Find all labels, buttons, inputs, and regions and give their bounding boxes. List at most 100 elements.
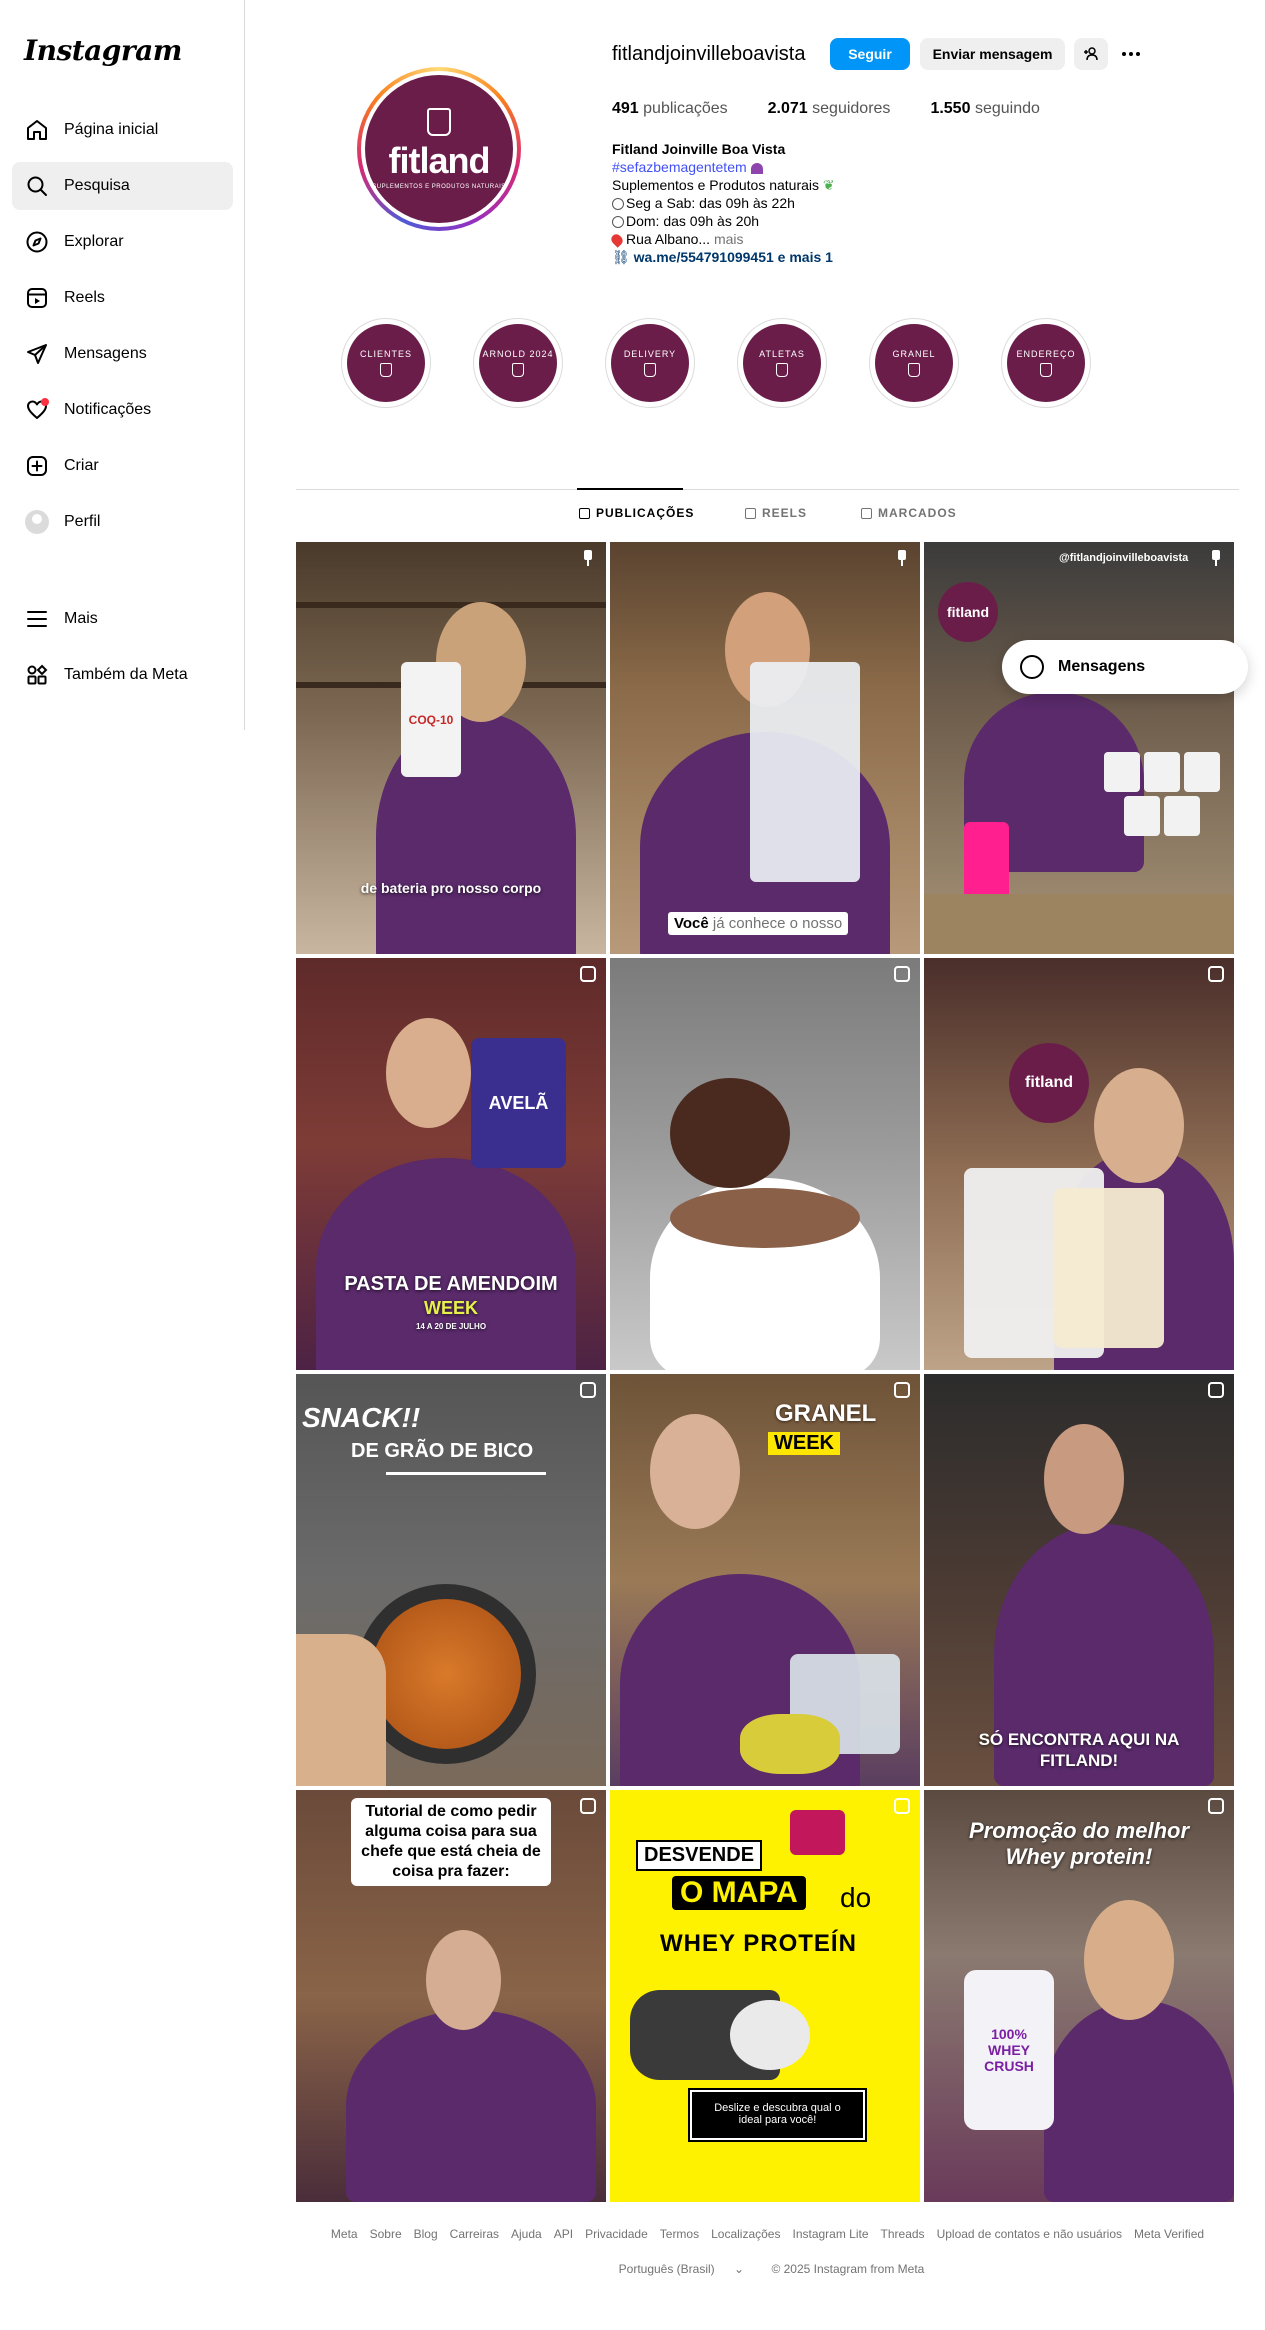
carousel-icon: [894, 1798, 910, 1814]
footer-link[interactable]: Threads: [881, 2227, 925, 2241]
post-thumbnail[interactable]: 100% WHEY CRUSH Promoção do melhor Whey …: [924, 1790, 1234, 2202]
sidebar-item-profile[interactable]: Perfil: [12, 498, 233, 546]
sidebar: Instagram Página inicial Pesquisa Explor…: [0, 0, 245, 730]
sidebar-item-label: Perfil: [64, 513, 101, 530]
post-thumbnail[interactable]: AVELÃ PASTA DE AMENDOIM WEEK 14 A 20 DE …: [296, 958, 606, 1370]
sidebar-item-label: Página inicial: [64, 121, 159, 138]
post-thumbnail[interactable]: DESVENDE O MAPA do WHEY PROTEÍN Deslize …: [610, 1790, 920, 2202]
highlight-endereco[interactable]: ENDEREÇO: [1001, 318, 1091, 408]
highlight-title: ATLETAS: [759, 349, 805, 359]
following-count[interactable]: 1.550 seguindo: [930, 100, 1039, 118]
cake: [670, 1188, 860, 1248]
person: [346, 2010, 596, 2202]
highlight-atletas[interactable]: ATLETAS: [737, 318, 827, 408]
chevron-down-icon: ⌄: [734, 2262, 745, 2276]
post-thumbnail[interactable]: Você já conhece o nosso: [610, 542, 920, 954]
post-thumbnail[interactable]: [610, 958, 920, 1370]
sidebar-item-meta[interactable]: Também da Meta: [12, 651, 233, 699]
post-thumbnail[interactable]: Tutorial de como pedir alguma coisa para…: [296, 1790, 606, 2202]
sidebar-item-explore[interactable]: Explorar: [12, 218, 233, 266]
instagram-logo[interactable]: Instagram: [24, 34, 182, 67]
post-thumbnail[interactable]: fitland: [924, 958, 1234, 1370]
footer-link[interactable]: Termos: [660, 2227, 699, 2241]
tab-publicacoes[interactable]: PUBLICAÇÕES: [579, 506, 694, 520]
granola: [740, 1714, 840, 1774]
footer-link[interactable]: Ajuda: [511, 2227, 542, 2241]
sidebar-item-label: Reels: [64, 289, 105, 306]
profile-stats: 491 publicações 2.071 seguidores 1.550 s…: [612, 100, 1040, 118]
sidebar-item-home[interactable]: Página inicial: [12, 106, 233, 154]
more-icon: [1122, 52, 1140, 56]
bio-hashtag[interactable]: #sefazbemagentetem: [612, 159, 747, 175]
create-icon: [24, 453, 50, 479]
reels-icon: [745, 507, 756, 519]
person-head: [1044, 1424, 1124, 1534]
footer-link[interactable]: Instagram Lite: [792, 2227, 868, 2241]
fitland-logo: fitland SUPLEMENTOS E PRODUTOS NATURAIS: [365, 75, 513, 223]
bio-link[interactable]: wa.me/554791099451 e mais 1: [634, 249, 833, 265]
post-thumbnail[interactable]: GRANEL WEEK: [610, 1374, 920, 1786]
more-options-button[interactable]: [1116, 38, 1146, 70]
copyright: © 2025 Instagram from Meta: [771, 2262, 925, 2276]
highlight-clientes[interactable]: CLIENTES: [341, 318, 431, 408]
footer-link[interactable]: Meta: [331, 2227, 358, 2241]
highlight-delivery[interactable]: DELIVERY: [605, 318, 695, 408]
footer-link[interactable]: Sobre: [370, 2227, 402, 2241]
footer-link[interactable]: Upload de contatos e não usuários: [937, 2227, 1122, 2241]
sidebar-item-notifications[interactable]: Notificações: [12, 386, 233, 434]
footer-link[interactable]: Blog: [414, 2227, 438, 2241]
leaf-emoji-icon: ❦: [822, 177, 835, 193]
bio-line-3: Dom: das 09h às 20h: [626, 213, 760, 229]
sidebar-item-search[interactable]: Pesquisa: [12, 162, 233, 210]
reels-icon: [24, 285, 50, 311]
person-head: [426, 1930, 501, 2030]
post-caption: de bateria pro nosso corpo: [360, 880, 542, 896]
language-select[interactable]: Português (Brasil) ⌄: [611, 2262, 752, 2276]
sidebar-item-label: Também da Meta: [64, 666, 188, 683]
explore-icon: [24, 229, 50, 255]
follow-button[interactable]: Seguir: [830, 38, 910, 70]
sidebar-item-messages[interactable]: Mensagens: [12, 330, 233, 378]
product-pouch: [790, 1810, 845, 1855]
post-thumbnail[interactable]: fitland @fitlandjoinvilleboavista: [924, 542, 1234, 954]
post-thumbnail[interactable]: COQ-10 de bateria pro nosso corpo: [296, 542, 606, 954]
post-title-3: do: [840, 1882, 872, 1913]
footer-link[interactable]: Carreiras: [450, 2227, 499, 2241]
footer-link[interactable]: Localizações: [711, 2227, 780, 2241]
add-user-icon: [1084, 47, 1098, 61]
cup-icon: [512, 363, 524, 377]
cup-icon: [776, 363, 788, 377]
tab-reels[interactable]: REELS: [745, 506, 807, 520]
highlight-granel[interactable]: GRANEL: [869, 318, 959, 408]
active-tab-indicator: [577, 488, 683, 490]
footer-link[interactable]: Privacidade: [585, 2227, 648, 2241]
sidebar-item-create[interactable]: Criar: [12, 442, 233, 490]
post-title: Promoção do melhor Whey protein!: [968, 1818, 1190, 1869]
suggest-user-button[interactable]: [1074, 38, 1108, 70]
highlight-arnold-2024[interactable]: ARNOLD 2024: [473, 318, 563, 408]
chickpeas: [371, 1599, 521, 1749]
post-thumbnail[interactable]: SNACK!! DE GRÃO DE BICO: [296, 1374, 606, 1786]
highlight-title: ARNOLD 2024: [482, 349, 554, 359]
scoop: [730, 2000, 810, 2070]
send-message-button[interactable]: Enviar mensagem: [920, 38, 1065, 70]
floating-messages-button[interactable]: Mensagens: [1002, 640, 1248, 694]
profile-bio: Fitland Joinville Boa Vista #sefazbemage…: [609, 140, 835, 266]
messages-icon: [24, 341, 50, 367]
reel-icon: [1208, 1798, 1224, 1814]
followers-count[interactable]: 2.071 seguidores: [768, 100, 891, 118]
tab-marcados[interactable]: MARCADOS: [861, 506, 957, 520]
sidebar-item-reels[interactable]: Reels: [12, 274, 233, 322]
person: [316, 1158, 576, 1370]
bio-more-link[interactable]: mais: [714, 231, 744, 247]
post-thumbnail[interactable]: SÓ ENCONTRA AQUI NA FITLAND!: [924, 1374, 1234, 1786]
product-jars: [1104, 732, 1224, 842]
profile-picture[interactable]: fitland SUPLEMENTOS E PRODUTOS NATURAIS: [357, 67, 521, 231]
footer-link[interactable]: API: [554, 2227, 573, 2241]
post-title-2: O MAPA: [672, 1876, 806, 1910]
sidebar-item-label: Mais: [64, 610, 98, 627]
footer-link[interactable]: Meta Verified: [1134, 2227, 1204, 2241]
posts-count: 491 publicações: [612, 100, 728, 117]
sidebar-item-more[interactable]: Mais: [12, 595, 233, 643]
home-icon: [24, 117, 50, 143]
